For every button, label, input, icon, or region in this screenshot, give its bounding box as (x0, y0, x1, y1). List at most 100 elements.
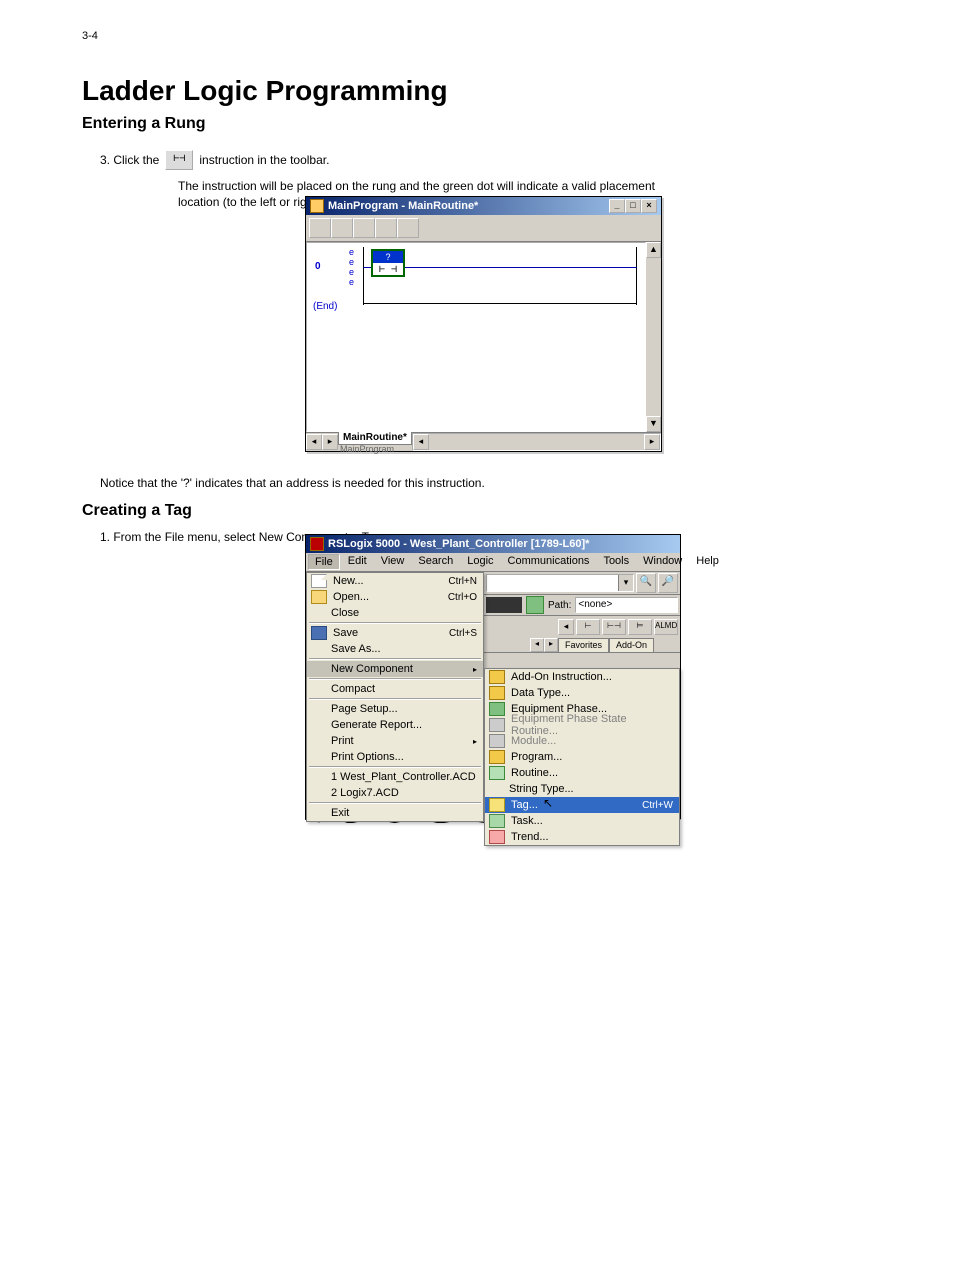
right-power-rail (636, 247, 637, 305)
minimize-button[interactable]: _ (609, 199, 625, 213)
menu-window[interactable]: Window (637, 554, 688, 570)
separator (309, 622, 481, 624)
horizontal-scrollbar[interactable]: ◂ ▸ (412, 433, 661, 451)
menu-item-exit[interactable]: Exit (307, 805, 483, 821)
xic-contact-icon: ⊢ ⊣ (373, 263, 403, 275)
path-value[interactable]: <none> (575, 597, 678, 613)
submenu-string-type[interactable]: String Type... (485, 781, 679, 797)
menu-logic[interactable]: Logic (461, 554, 499, 570)
separator (309, 802, 481, 804)
tab-nav-right[interactable]: ▸ (544, 638, 558, 652)
blank-icon (311, 643, 325, 655)
program-icon (489, 750, 505, 764)
menu-item-recent-1[interactable]: 1 West_Plant_Controller.ACD (307, 769, 483, 785)
inst-btn-rung[interactable]: ⊢ (576, 619, 600, 635)
window-icon (310, 199, 324, 213)
menu-item-save-as[interactable]: Save As... (307, 641, 483, 657)
submenu-program[interactable]: Program... (485, 749, 679, 765)
menu-item-page-setup[interactable]: Page Setup... (307, 701, 483, 717)
menu-item-compact[interactable]: Compact (307, 681, 483, 697)
label: New... (333, 575, 442, 587)
toolbar-button[interactable] (375, 218, 397, 238)
toolbar-button[interactable] (353, 218, 375, 238)
close-button[interactable]: × (641, 199, 657, 213)
inst-btn-almd[interactable]: ALMD (654, 619, 678, 635)
inst-nav-left[interactable]: ◂ (558, 619, 574, 635)
tab-addon[interactable]: Add-On (609, 638, 654, 652)
menu-item-recent-2[interactable]: 2 Logix7.ACD (307, 785, 483, 801)
menu-item-generate-report[interactable]: Generate Report... (307, 717, 483, 733)
dropdown-button[interactable]: ▾ (618, 575, 633, 591)
scroll-left-button[interactable]: ◂ (413, 434, 429, 450)
subsection-heading-2: Creating a Tag (82, 502, 192, 520)
blank-icon (311, 807, 325, 819)
tab-subtext: MainProgram (338, 445, 412, 453)
menu-tools[interactable]: Tools (597, 554, 635, 570)
toolbar-button[interactable] (397, 218, 419, 238)
submenu-trend[interactable]: Trend... (485, 829, 679, 845)
tab-nav-prev[interactable]: ▸ (322, 434, 338, 450)
separator (309, 658, 481, 660)
right-toolbars: ▾ 🔍 🔎 Path: <none> ◂ ⊢ ⊢⊣ ⊨ ALMD (484, 572, 680, 653)
menu-item-open[interactable]: Open... Ctrl+O (307, 589, 483, 605)
menu-item-save[interactable]: Save Ctrl+S (307, 625, 483, 641)
label: String Type... (509, 783, 673, 795)
xic-instruction-selected[interactable]: ? ⊢ ⊣ (371, 249, 405, 277)
inst-btn-level[interactable]: ⊨ (628, 619, 652, 635)
submenu-task[interactable]: Task... (485, 813, 679, 829)
section-heading: Ladder Logic Programming (82, 75, 448, 107)
label: Trend... (511, 831, 673, 843)
inst-btn-branch[interactable]: ⊢⊣ (602, 619, 626, 635)
open-icon (311, 590, 327, 604)
path-label: Path: (548, 600, 571, 611)
vertical-scrollbar[interactable]: ▲ ▼ (646, 242, 661, 432)
submenu-data-type[interactable]: Data Type... (485, 685, 679, 701)
find-button[interactable]: 🔍 (636, 573, 656, 593)
scroll-right-button[interactable]: ▸ (644, 434, 660, 450)
label: Program... (511, 751, 673, 763)
menu-item-print[interactable]: Print (307, 733, 483, 749)
separator (309, 698, 481, 700)
menu-file[interactable]: File (308, 554, 340, 570)
toolbar-button[interactable] (309, 218, 331, 238)
rung-number: 0 (315, 261, 321, 272)
submenu-tag[interactable]: Tag... Ctrl+W (485, 797, 679, 813)
instruction-toolbar: ◂ ⊢ ⊢⊣ ⊨ ALMD ◂ ▸ Favorites Add-On (484, 616, 680, 653)
ladder-editor-window: MainProgram - MainRoutine* _ □ × 0 e e e… (305, 196, 662, 452)
subsection-heading: Entering a Rung (82, 115, 206, 133)
tab-favorites[interactable]: Favorites (558, 638, 609, 652)
routine-icon (489, 766, 505, 780)
label: Open... (333, 591, 442, 603)
menu-item-new[interactable]: New... Ctrl+N (307, 573, 483, 589)
datatype-icon (489, 686, 505, 700)
tab-nav-left[interactable]: ◂ (530, 638, 544, 652)
ladder-canvas[interactable]: 0 e e e e ? ⊢ ⊣ (End) (306, 242, 646, 432)
menu-item-close[interactable]: Close (307, 605, 483, 621)
submenu-add-on-instruction[interactable]: Add-On Instruction... (485, 669, 679, 685)
tab-mainroutine[interactable]: MainRoutine* (338, 431, 412, 445)
label: Data Type... (511, 687, 673, 699)
address-combo[interactable]: ▾ (486, 574, 634, 592)
submenu-routine[interactable]: Routine... (485, 765, 679, 781)
blank-icon (311, 663, 325, 675)
menu-communications[interactable]: Communications (502, 554, 596, 570)
scroll-down-button[interactable]: ▼ (646, 416, 661, 432)
maximize-button[interactable]: □ (625, 199, 641, 213)
menu-view[interactable]: View (375, 554, 411, 570)
menu-edit[interactable]: Edit (342, 554, 373, 570)
phase-state-icon (489, 718, 505, 732)
scroll-up-button[interactable]: ▲ (646, 242, 661, 258)
refresh-icon[interactable] (526, 596, 544, 614)
find-next-button[interactable]: 🔎 (658, 573, 678, 593)
titlebar[interactable]: RSLogix 5000 - West_Plant_Controller [17… (306, 535, 680, 553)
menu-item-print-options[interactable]: Print Options... (307, 749, 483, 765)
menu-help[interactable]: Help (690, 554, 725, 570)
menu-item-new-component[interactable]: New Component (307, 661, 483, 677)
label: Save (333, 627, 443, 639)
tab-nav-first[interactable]: ◂ (306, 434, 322, 450)
label: Exit (331, 807, 477, 819)
titlebar[interactable]: MainProgram - MainRoutine* _ □ × (306, 197, 661, 215)
blank-icon (311, 719, 325, 731)
toolbar-button[interactable] (331, 218, 353, 238)
menu-search[interactable]: Search (412, 554, 459, 570)
